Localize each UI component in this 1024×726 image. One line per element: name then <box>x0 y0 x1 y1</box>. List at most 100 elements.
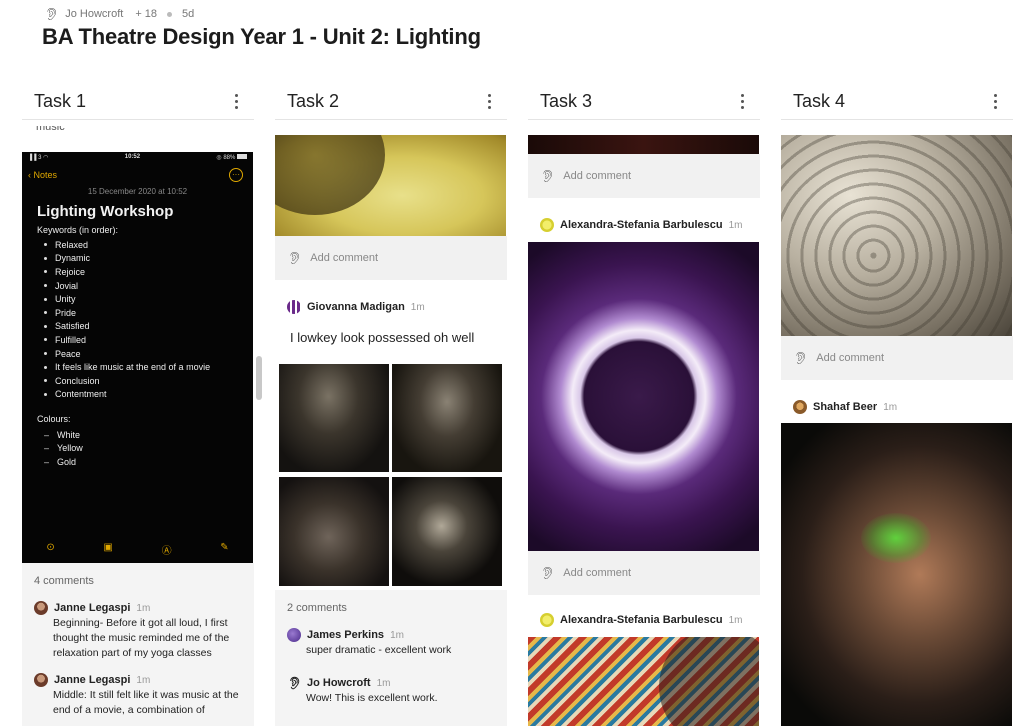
more-icon: ··· <box>229 168 243 182</box>
comment-text: Wow! This is excellent work. <box>306 692 438 704</box>
column-title: Task 3 <box>540 91 593 111</box>
ear-icon: 👂︎ <box>44 7 60 21</box>
board-age: 5d <box>182 8 195 20</box>
keywords-label: Keywords (in order): <box>37 225 119 235</box>
comment: 👂︎ Jo Howcroft 1m Wow! This is excellent… <box>287 676 499 706</box>
notes-toolbar: ⊙ ▣ Ⓐ ✎ <box>22 542 253 557</box>
post-image[interactable] <box>528 637 759 726</box>
colours-list: White Yellow Gold <box>44 428 83 469</box>
keyword-item: Rejoice <box>44 265 210 279</box>
post-author[interactable]: Alexandra-Stefania Barbulescu 1m <box>540 613 743 627</box>
note-title: Lighting Workshop <box>37 203 174 220</box>
separator-dot <box>167 11 173 17</box>
column-title: Task 4 <box>793 91 846 111</box>
kebab-menu-icon[interactable] <box>483 94 495 109</box>
post-author-name: Giovanna Madigan <box>307 301 405 313</box>
post-time: 1m <box>883 401 898 413</box>
post-image[interactable] <box>275 135 506 236</box>
board-meta: 👂︎ Jo Howcroft + 18 5d <box>44 6 194 22</box>
kebab-menu-icon[interactable] <box>989 94 1001 109</box>
column-header: Task 3 <box>528 84 760 120</box>
ear-icon: 👂︎ <box>287 676 303 690</box>
keyword-item: Fulfilled <box>44 333 210 347</box>
colours-label: Colours: <box>37 414 71 424</box>
task1-comments: 4 comments Janne Legaspi 1m Beginning- B… <box>22 563 254 726</box>
comment-time: 1m <box>136 602 151 614</box>
column-header: Task 1 <box>22 84 254 120</box>
status-time: 10:52 <box>124 154 141 160</box>
comment-time: 1m <box>376 677 391 689</box>
add-comment-label: Add comment <box>563 170 632 182</box>
ear-icon: 👂︎ <box>540 169 556 183</box>
column-scrollbar[interactable] <box>256 356 262 400</box>
column-header: Task 4 <box>781 84 1013 120</box>
photo-grid-image-4[interactable] <box>392 477 502 586</box>
avatar <box>287 628 301 642</box>
keyword-item: Contentment <box>44 388 210 402</box>
battery-indicator: ◎ 88% <box>216 154 247 164</box>
comment-author: James Perkins <box>307 629 385 641</box>
comments-count[interactable]: 2 comments <box>287 602 347 614</box>
avatar <box>540 613 554 627</box>
colour-item: White <box>44 428 83 442</box>
ear-icon: 👂︎ <box>793 351 809 365</box>
kebab-menu-icon[interactable] <box>230 94 242 109</box>
comment-text: super dramatic - excellent work <box>306 644 452 656</box>
phone-status-bar: ▐▐ 3 ◠ 10:52 ◎ 88% <box>22 154 253 164</box>
column-title: Task 2 <box>287 91 340 111</box>
post-image[interactable] <box>781 423 1012 726</box>
comments-count[interactable]: 4 comments <box>34 575 94 587</box>
post-author[interactable]: Shahaf Beer 1m <box>793 400 897 414</box>
task2-comments: 2 comments James Perkins 1m super dramat… <box>275 590 507 726</box>
colour-item: Yellow <box>44 442 83 456</box>
column-header: Task 2 <box>275 84 507 120</box>
post-author[interactable]: Giovanna Madigan 1m <box>287 300 425 314</box>
post-image[interactable] <box>781 135 1012 336</box>
keyword-item: Pride <box>44 306 210 320</box>
column-title: Task 1 <box>34 91 87 111</box>
notes-back-button: ‹ Notes <box>28 170 58 180</box>
post-image[interactable] <box>528 242 759 551</box>
notes-screenshot-image[interactable]: ▐▐ 3 ◠ 10:52 ◎ 88% ‹ Notes ··· 15 Decemb… <box>22 152 253 563</box>
comment: James Perkins 1m super dramatic - excell… <box>287 628 499 658</box>
keyword-item: Jovial <box>44 279 210 293</box>
photo-grid-image-2[interactable] <box>392 364 502 472</box>
post-author-name: Alexandra-Stefania Barbulescu <box>560 614 723 626</box>
camera-icon: ▣ <box>103 542 113 553</box>
add-comment-button[interactable]: 👂︎ Add comment <box>528 551 760 595</box>
photo-grid-image-3[interactable] <box>279 477 389 586</box>
compose-icon: ✎ <box>220 542 229 553</box>
keyword-item: Conclusion <box>44 374 210 388</box>
comment-author: Janne Legaspi <box>54 602 131 614</box>
avatar <box>34 673 48 687</box>
note-date: 15 December 2020 at 10:52 <box>87 187 188 196</box>
post-author-name: Alexandra-Stefania Barbulescu <box>560 219 723 231</box>
keyword-item: Dynamic <box>44 252 210 266</box>
markup-icon: Ⓐ <box>161 546 172 557</box>
keyword-item: Satisfied <box>44 320 210 334</box>
avatar <box>540 218 554 232</box>
avatar <box>793 400 807 414</box>
add-comment-button[interactable]: 👂︎ Add comment <box>781 336 1013 380</box>
comment-text: Middle: It still felt like it was music … <box>53 689 239 716</box>
keyword-item: It feels like music at the end of a movi… <box>44 360 210 374</box>
comment-time: 1m <box>136 674 151 686</box>
comment-time: 1m <box>390 629 404 641</box>
kebab-menu-icon[interactable] <box>736 94 748 109</box>
contributors-count[interactable]: + 18 <box>135 8 157 20</box>
post-image[interactable] <box>528 135 759 154</box>
add-comment-button[interactable]: 👂︎ Add comment <box>528 154 760 198</box>
avatar <box>34 601 48 615</box>
add-comment-button[interactable]: 👂︎ Add comment <box>275 236 507 280</box>
comment-author: Janne Legaspi <box>54 674 131 686</box>
avatar <box>287 300 301 314</box>
colour-item: Gold <box>44 455 83 469</box>
ear-icon: 👂︎ <box>540 566 556 580</box>
board-author[interactable]: Jo Howcroft <box>65 8 123 20</box>
post-author-name: Shahaf Beer <box>813 401 878 413</box>
post-time: 1m <box>728 614 743 626</box>
keywords-list: Relaxed Dynamic Rejoice Jovial Unity Pri… <box>44 238 210 401</box>
post-author[interactable]: Alexandra-Stefania Barbulescu 1m <box>540 218 743 232</box>
photo-grid-image-1[interactable] <box>279 364 389 472</box>
add-comment-label: Add comment <box>816 352 885 364</box>
